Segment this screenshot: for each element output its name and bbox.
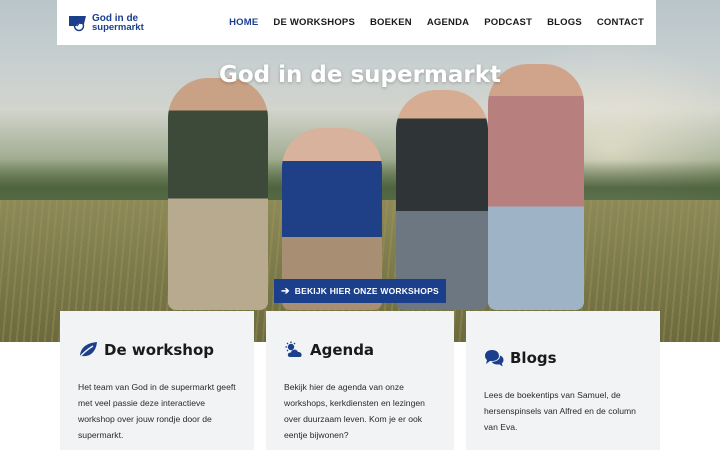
card-title: Agenda xyxy=(310,341,375,359)
card-text: Het team van God in de supermarkt geeft … xyxy=(78,382,236,440)
card-agenda[interactable]: Agenda Bekijk hier de agenda van onze wo… xyxy=(266,311,454,450)
arrow-right-icon: ➔ xyxy=(281,285,290,297)
chat-bubbles-icon xyxy=(485,350,504,367)
logo-line-2: supermarkt xyxy=(92,21,144,33)
card-blogs[interactable]: Blogs Lees de boekentips van Samuel, de … xyxy=(466,311,660,450)
nav-item-boeken[interactable]: BOEKEN xyxy=(370,17,412,28)
nav-item-agenda[interactable]: AGENDA xyxy=(427,17,469,28)
workshops-cta-button[interactable]: ➔ BEKIJK HIER ONZE WORKSHOPS xyxy=(274,279,446,303)
hero-title: God in de supermarkt xyxy=(218,62,502,88)
nav-item-contact[interactable]: CONTACT xyxy=(597,17,644,28)
card-header: Agenda xyxy=(284,341,436,359)
cloud-sun-icon xyxy=(285,341,302,357)
main-navigation: HOME DE WORKSHOPS BOEKEN AGENDA PODCAST … xyxy=(229,17,644,28)
nav-item-podcast[interactable]: PODCAST xyxy=(484,17,532,28)
shopping-cart-logo-icon xyxy=(69,15,86,31)
nav-item-home[interactable]: HOME xyxy=(229,17,258,28)
card-header: Blogs xyxy=(484,349,642,367)
hero-person-4 xyxy=(488,64,584,310)
logo-text: God in de supermarkt xyxy=(92,13,144,33)
card-title: Blogs xyxy=(510,349,557,367)
card-title: De workshop xyxy=(104,341,215,359)
card-header: De workshop xyxy=(78,341,236,359)
nav-item-workshops[interactable]: DE WORKSHOPS xyxy=(273,17,355,28)
cta-label: BEKIJK HIER ONZE WORKSHOPS xyxy=(294,286,439,296)
site-logo[interactable]: God in de supermarkt xyxy=(68,13,144,33)
leaf-icon xyxy=(78,342,97,359)
card-workshop[interactable]: De workshop Het team van God in de super… xyxy=(60,311,254,450)
card-text: Lees de boekentips van Samuel, de hersen… xyxy=(484,390,636,432)
hero-person-1 xyxy=(168,78,268,310)
card-text: Bekijk hier de agenda van onze workshops… xyxy=(284,382,425,440)
nav-item-blogs[interactable]: BLOGS xyxy=(547,17,582,28)
site-header: God in de supermarkt HOME DE WORKSHOPS B… xyxy=(57,0,656,45)
hero-person-3 xyxy=(396,90,488,310)
